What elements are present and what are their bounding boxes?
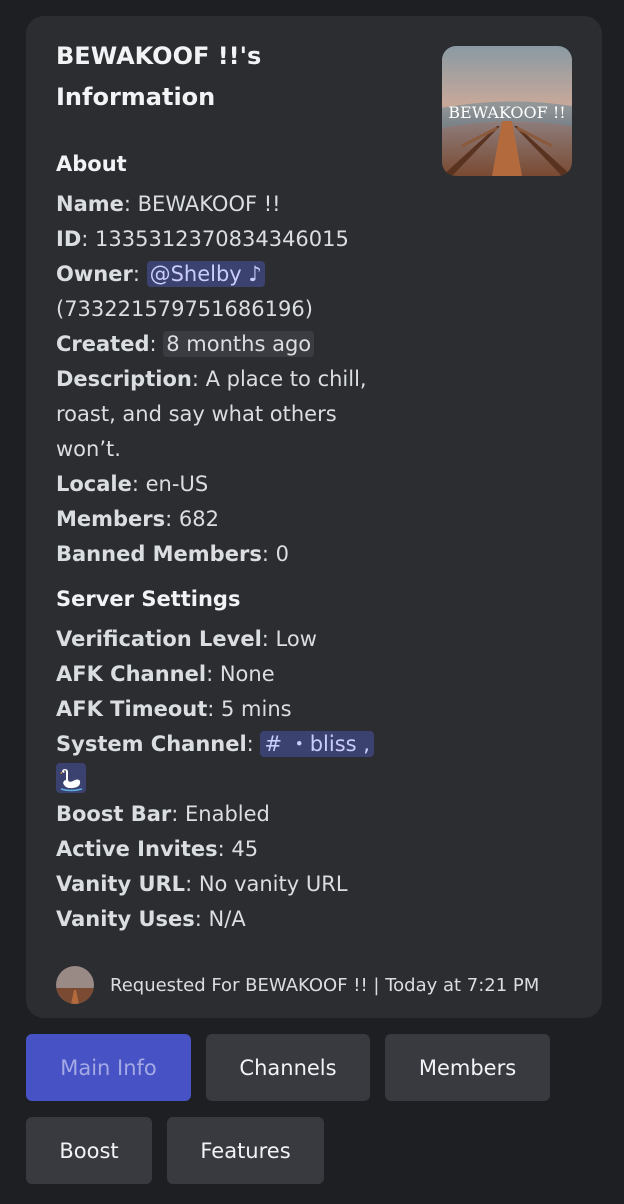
field-label: Members (56, 507, 166, 531)
field-label: Owner (56, 262, 133, 286)
field-value: 1335312370834346015 (95, 227, 349, 251)
field-label: System Channel (56, 732, 247, 756)
field-label: AFK Channel (56, 662, 207, 686)
server-settings-heading: Server Settings (56, 587, 241, 611)
field-label: Locale (56, 472, 132, 496)
field-name: Name: BEWAKOOF !! (56, 192, 281, 216)
field-banned-members: Banned Members: 0 (56, 542, 289, 566)
field-owner: Owner: @Shelby ♪ (733221579751686196) (56, 261, 313, 321)
field-active-invites: Active Invites: 45 (56, 837, 259, 861)
field-label: ID (56, 227, 82, 251)
channels-button[interactable]: Channels (206, 1034, 370, 1101)
features-button[interactable]: Features (167, 1117, 324, 1184)
field-label: Created (56, 332, 150, 356)
field-value: N/A (208, 907, 246, 931)
field-locale: Locale: en-US (56, 472, 209, 496)
field-value: 45 (231, 837, 259, 861)
field-label: Vanity Uses (56, 907, 195, 931)
field-members: Members: 682 (56, 507, 220, 531)
footer-text: Requested For BEWAKOOF !! | Today at 7:2… (110, 974, 540, 996)
settings-fields: Verification Level: Low AFK Channel: Non… (56, 622, 572, 937)
field-label: Boost Bar (56, 802, 172, 826)
main-info-button[interactable]: Main Info (26, 1034, 191, 1101)
field-value: 5 mins (221, 697, 292, 721)
field-label: AFK Timeout (56, 697, 208, 721)
field-value: None (219, 662, 275, 686)
field-label: Banned Members (56, 542, 262, 566)
field-value: BEWAKOOF !! (137, 192, 281, 216)
field-boost-bar: Boost Bar: Enabled (56, 802, 270, 826)
field-value: en-US (145, 472, 209, 496)
field-label: Description (56, 367, 192, 391)
field-id: ID: 1335312370834346015 (56, 227, 349, 251)
embed-footer: Requested For BEWAKOOF !! | Today at 7:2… (56, 966, 539, 1004)
server-info-embed: BEWAKOOF !! BEWAKOOF !!'s Information Ab… (26, 16, 602, 1018)
field-system-channel: System Channel: # ・bliss , (56, 727, 396, 797)
footer-avatar (56, 966, 94, 1004)
field-label: Name (56, 192, 124, 216)
server-icon-thumbnail[interactable]: BEWAKOOF !! (442, 46, 572, 176)
field-afk-channel: AFK Channel: None (56, 662, 275, 686)
boost-button[interactable]: Boost (26, 1117, 152, 1184)
field-value: 0 (275, 542, 289, 566)
field-description: Description: A place to chill, roast, an… (56, 367, 367, 461)
field-verification-level: Verification Level: Low (56, 627, 317, 651)
field-value: Low (275, 627, 317, 651)
system-channel-mention[interactable]: # ・bliss , (260, 731, 374, 757)
swan-emoji-icon[interactable] (56, 763, 86, 793)
field-label: Verification Level (56, 627, 262, 651)
owner-mention[interactable]: @Shelby ♪ (146, 261, 265, 287)
field-value: 682 (178, 507, 220, 531)
field-value: No vanity URL (198, 872, 348, 896)
embed-title: BEWAKOOF !!'s Information (56, 42, 262, 111)
field-label: Active Invites (56, 837, 218, 861)
field-vanity-url: Vanity URL: No vanity URL (56, 872, 348, 896)
field-value: Enabled (185, 802, 270, 826)
thumbnail-text: BEWAKOOF !! (448, 103, 565, 122)
owner-id: (733221579751686196) (56, 297, 313, 321)
field-created: Created: 8 months ago (56, 327, 396, 362)
created-timestamp[interactable]: 8 months ago (163, 331, 315, 357)
field-vanity-uses: Vanity Uses: N/A (56, 907, 246, 931)
about-fields: Name: BEWAKOOF !! ID: 133531237083434601… (56, 187, 572, 572)
field-afk-timeout: AFK Timeout: 5 mins (56, 697, 292, 721)
field-label: Vanity URL (56, 872, 186, 896)
members-button[interactable]: Members (385, 1034, 550, 1101)
